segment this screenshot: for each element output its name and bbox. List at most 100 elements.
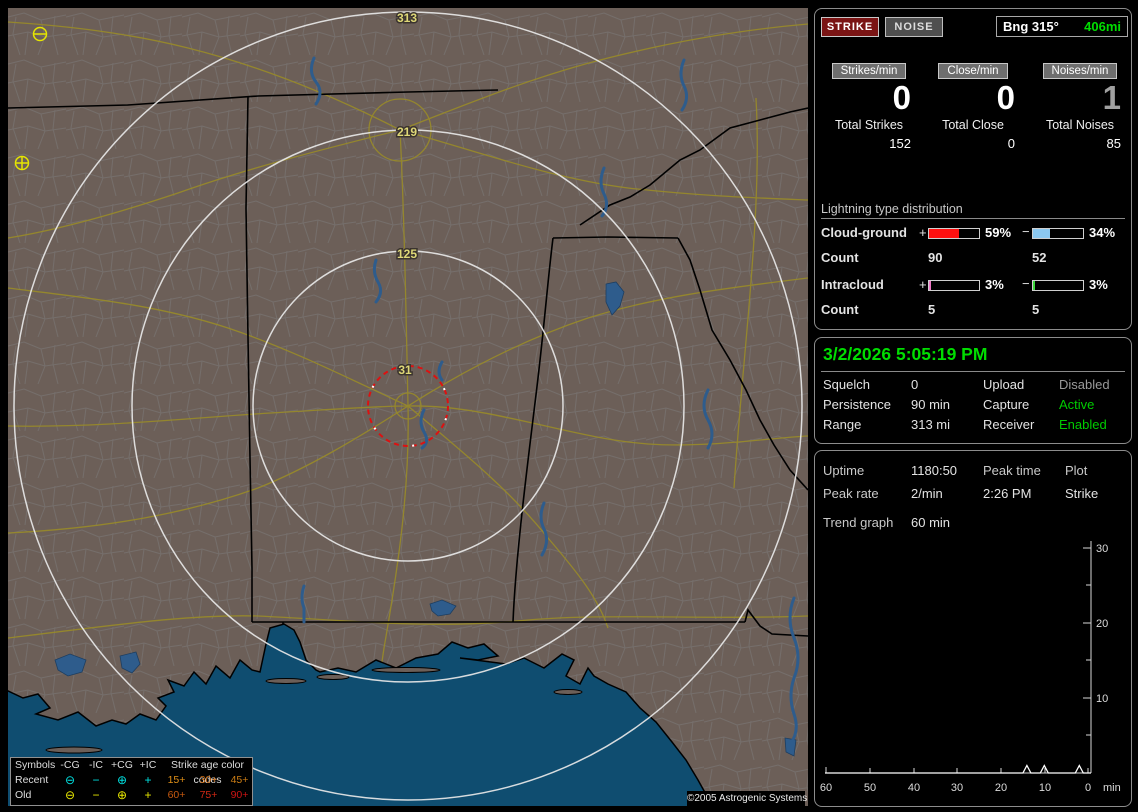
uptime-label: Uptime [823,463,865,478]
ic-count-label: Count [821,302,859,317]
datetime-display: 3/2/2026 5:05:19 PM [823,344,988,364]
strike-mode-button[interactable]: STRIKE [821,17,879,37]
minus-sign: − [1022,224,1030,239]
cg-minus-count: 52 [1032,250,1047,265]
legend-header-row: Symbols -CG -IC +CG +IC Strike age color… [11,758,252,786]
ic-plus-count: 5 [928,302,936,317]
ring-label-125: 125 [397,247,417,261]
peak-rate-value: 2/min [911,486,943,501]
x-tick-40: 40 [908,782,920,794]
x-tick-20: 20 [995,782,1007,794]
circle-plus-icon: ⊕ [116,773,128,787]
peak-time-label: Peak time [983,463,1041,478]
squelch-value: 0 [911,377,919,392]
map-legend: Symbols -CG -IC +CG +IC Strike age color… [10,757,253,806]
trend-axis-labels: 30 20 10 60 50 40 30 20 10 0 min [820,543,1121,794]
bearing-readout: Bng 315° 406mi [996,16,1128,37]
minus-sign: − [1022,276,1030,291]
cg-plus-bar-fill [929,229,959,238]
close-per-min-button[interactable]: Close/min [938,63,1008,79]
plus-sign: + [919,277,927,292]
cg-plus-bar [928,228,980,239]
ring-label-219: 219 [397,125,417,139]
trend-panel: Uptime 1180:50 Peak time Plot Peak rate … [814,450,1132,807]
y-tick-30: 30 [1096,543,1108,555]
cg-minus-bar [1032,228,1084,239]
minus-icon: − [92,788,100,802]
divider [821,371,1125,372]
x-axis-unit: min [1103,782,1121,794]
y-tick-20: 20 [1096,618,1108,630]
cg-count-label: Count [821,250,859,265]
receiver-status: Enabled [1059,417,1107,432]
copyright-notice: ©2005 Astrogenic Systems [687,791,808,806]
lightning-map[interactable]: 313 219 125 31 [5,8,809,809]
cloud-ground-label: Cloud-ground [821,225,907,240]
cg-plus-pct: 59% [985,225,1012,240]
bearing-distance: 406mi [1084,19,1121,34]
range-value: 313 mi [911,417,951,432]
bearing-label: Bng 315° [1003,19,1059,34]
y-tick-10: 10 [1096,693,1108,705]
x-tick-0: 0 [1085,782,1091,794]
squelch-label: Squelch [823,377,870,392]
ic-minus-bar [1032,280,1084,291]
age-15: 15+ [167,774,186,786]
close-per-min-value: 0 [996,79,1015,116]
distribution-title: Lightning type distribution [821,202,963,216]
uptime-value: 1180:50 [911,463,958,478]
close-column: Close/min 0 Total Close 0 [923,63,1023,151]
x-tick-60: 60 [820,782,832,794]
persistence-label: Persistence [823,397,891,412]
strikes-per-min-button[interactable]: Strikes/min [831,63,907,79]
capture-label: Capture [983,397,1030,412]
circle-plus-icon: ⊕ [116,788,128,802]
age-45: 45+ [230,774,249,786]
strikes-per-min-value: 0 [892,79,911,116]
divider [821,218,1125,219]
ic-plus-bar-fill [929,281,931,290]
ic-minus-bar-fill [1033,281,1035,290]
total-noises-label: Total Noises [1045,118,1115,132]
ring-label-31: 31 [398,363,412,377]
range-label: Range [823,417,862,432]
peak-time-value: 2:26 PM [983,486,1032,501]
upload-label: Upload [983,377,1025,392]
age-90: 90+ [230,789,249,801]
age-30: 30+ [199,774,218,786]
ring-label-313: 313 [397,11,417,25]
cg-plus-count: 90 [928,250,943,265]
noise-mode-button[interactable]: NOISE [885,17,943,37]
circle-minus-icon: ⊖ [64,788,76,802]
plus-sign: + [919,225,927,240]
legend-old-label: Old [15,789,32,801]
noises-per-min-button[interactable]: Noises/min [1042,63,1118,79]
plus-icon: + [144,788,152,802]
receiver-label: Receiver [983,417,1035,432]
peak-rate-label: Peak rate [823,486,879,501]
x-tick-50: 50 [864,782,876,794]
trend-graph: 30 20 10 60 50 40 30 20 10 0 min [820,541,1121,794]
legend-recent-row: Recent ⊖ − ⊕ + 15+ 30+ 45+ [11,773,252,788]
total-close-value: 0 [1007,136,1015,151]
ic-plus-pct: 3% [985,277,1004,292]
x-tick-30: 30 [951,782,963,794]
ic-plus-bar [928,280,980,291]
age-60: 60+ [167,789,186,801]
plus-icon: + [144,773,152,787]
total-strikes-value: 152 [889,136,911,151]
legend-old-row: Old ⊖ − ⊕ + 60+ 75+ 90+ [11,788,252,803]
legend-recent-label: Recent [15,774,49,786]
total-close-label: Total Close [942,118,1004,132]
ic-minus-count: 5 [1032,302,1040,317]
persistence-value: 90 min [911,397,951,412]
trend-series-strikes [825,764,1091,774]
age-75: 75+ [199,789,218,801]
map-canvas: 313 219 125 31 [5,8,809,809]
upload-status: Disabled [1059,377,1110,392]
circle-minus-icon: ⊖ [64,773,76,787]
capture-status: Active [1059,397,1095,412]
cg-minus-pct: 34% [1089,225,1116,240]
cg-minus-bar-fill [1033,229,1050,238]
minus-icon: − [92,773,100,787]
